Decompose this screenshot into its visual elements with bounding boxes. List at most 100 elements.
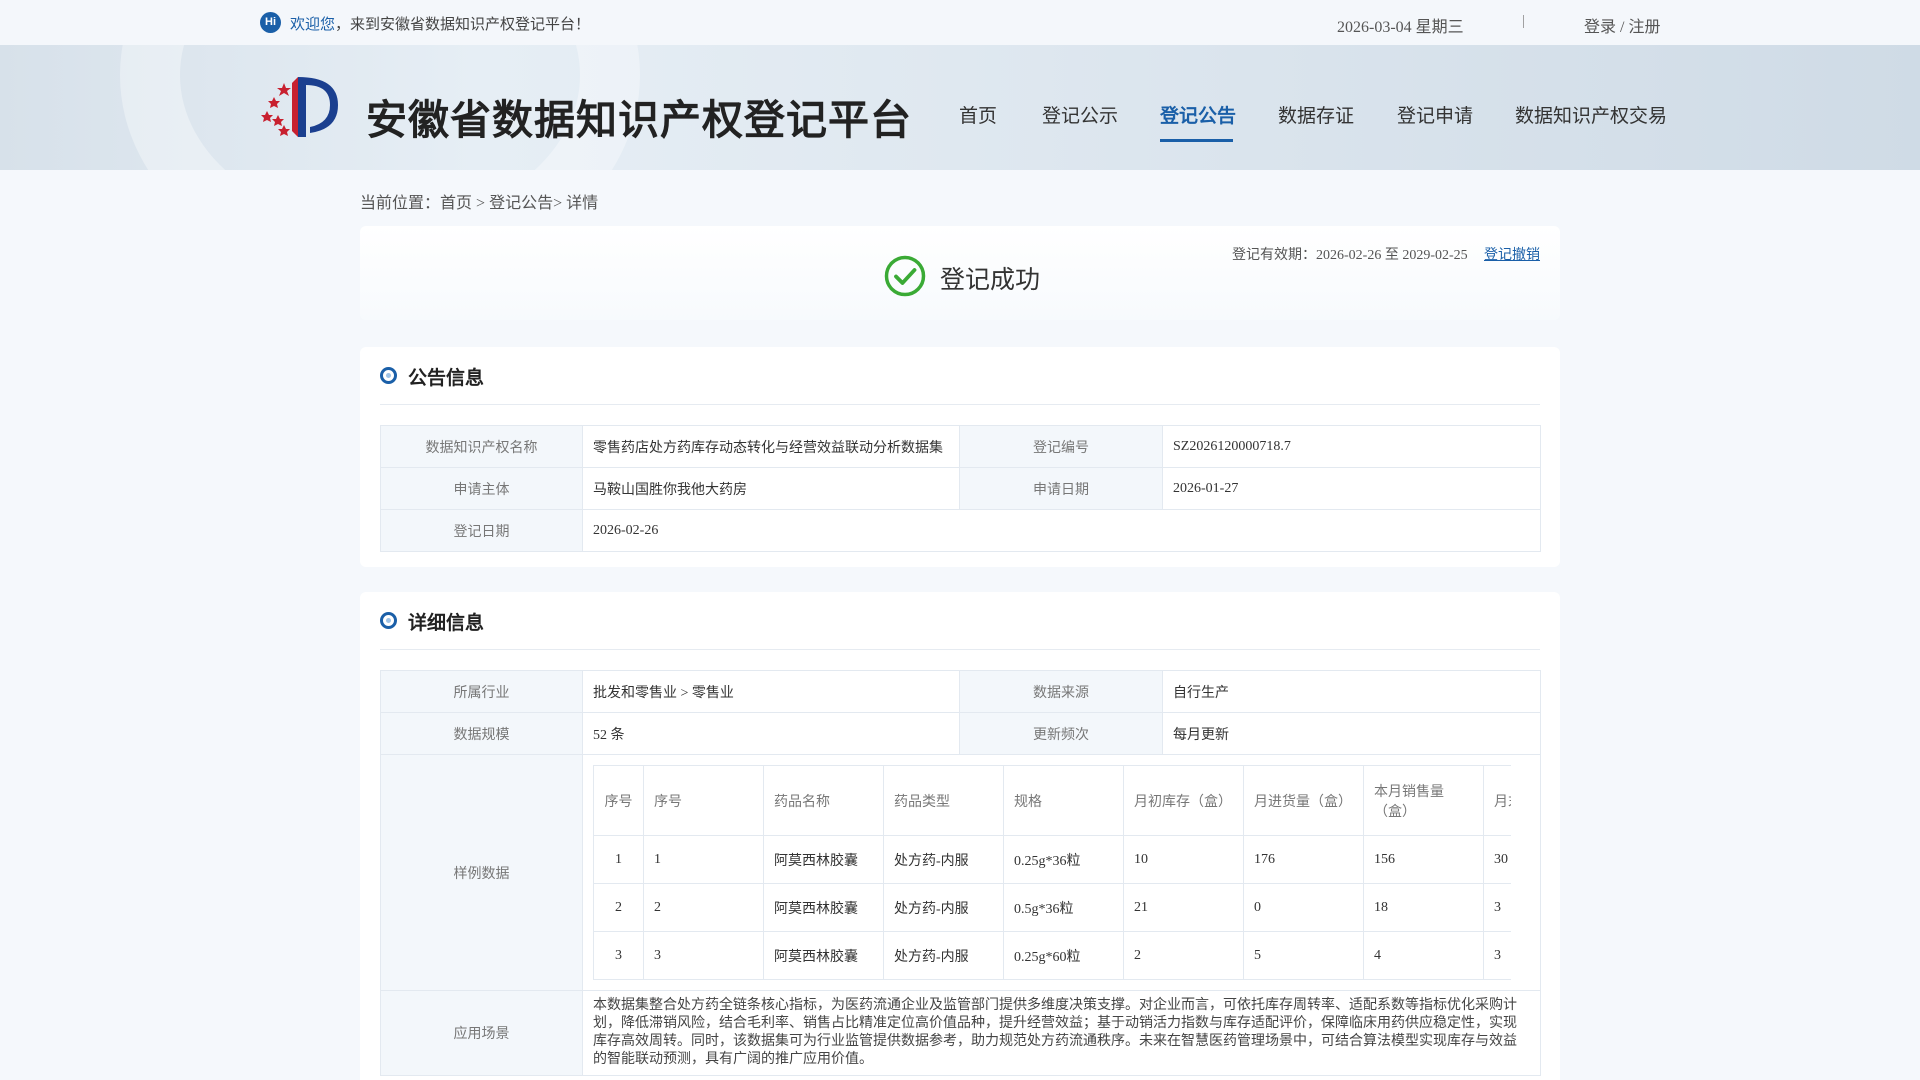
sample-header: 月初库存（盒） (1123, 765, 1244, 836)
site-header: 安徽省数据知识产权登记平台 首页 登记公示 登记公告 数据存证 登记申请 数据知… (0, 45, 1920, 170)
sample-cell: 156 (1363, 835, 1484, 884)
frequency-label: 更新频次 (959, 712, 1163, 755)
sample-cell: 0.25g*60粒 (1003, 931, 1124, 980)
sample-cell: 0.25g*36粒 (1003, 835, 1124, 884)
sample-cell: 1 (643, 835, 764, 884)
sample-cell: 2 (1123, 931, 1244, 980)
welcome-rest: ，来到安徽省数据知识产权登记平台！ (335, 17, 591, 33)
sample-header: 月末 (1483, 765, 1511, 836)
sample-table: 序号 序号 药品名称 药品类型 规格 月初库存（盒） 月进货量（盒） 本月销售量… (593, 765, 1511, 980)
sample-cell: 21 (1123, 883, 1244, 932)
section-title: 详细信息 (408, 612, 485, 634)
breadcrumb-sep: > (472, 195, 490, 212)
nav-evidence[interactable]: 数据存证 (1278, 101, 1354, 128)
sample-cell: 10 (1123, 835, 1244, 884)
sample-row: 3 3 阿莫西林胶囊 处方药-内服 0.25g*60粒 2 5 4 3 (593, 931, 1511, 980)
sample-row: 2 2 阿莫西林胶囊 处方药-内服 0.5g*36粒 21 0 18 3 (593, 883, 1511, 932)
welcome-text: 欢迎您，来到安徽省数据知识产权登记平台！ (290, 13, 590, 34)
sample-header: 序号 (643, 765, 764, 836)
apply-date-value: 2026-01-27 (1162, 467, 1541, 510)
industry-label: 所属行业 (380, 670, 583, 713)
sample-cell: 176 (1243, 835, 1364, 884)
section-bullet-icon (380, 367, 397, 384)
breadcrumb-prefix: 当前位置： (360, 195, 441, 212)
table-row: 登记日期 2026-02-26 (380, 509, 1541, 552)
reg-date-value: 2026-02-26 (582, 509, 1541, 552)
sample-cell: 2 (593, 883, 644, 932)
table-row: 申请主体 马鞍山国胜你我他大药房 申请日期 2026-01-27 (380, 467, 1541, 510)
sample-header-row: 序号 序号 药品名称 药品类型 规格 月初库存（盒） 月进货量（盒） 本月销售量… (593, 765, 1511, 836)
sample-cell: 阿莫西林胶囊 (763, 883, 884, 932)
scale-label: 数据规模 (380, 712, 583, 755)
nav-announcement[interactable]: 登记公告 (1160, 101, 1236, 128)
sample-cell: 0 (1243, 883, 1364, 932)
sample-header: 药品类型 (883, 765, 1004, 836)
login-register-link[interactable]: 登录 / 注册 (1584, 13, 1660, 37)
sample-cell: 处方药-内服 (883, 883, 1004, 932)
applicant-value: 马鞍山国胜你我他大药房 (582, 467, 960, 510)
details-table: 所属行业 批发和零售业 > 零售业 数据来源 自行生产 数据规模 52 条 更新… (380, 670, 1541, 1076)
applicant-label: 申请主体 (380, 467, 583, 510)
sample-cell: 2 (643, 883, 764, 932)
reg-code-label: 登记编号 (959, 425, 1163, 468)
breadcrumb-home[interactable]: 首页 (440, 195, 472, 212)
sample-cell: 阿莫西林胶囊 (763, 835, 884, 884)
sample-cell: 处方药-内服 (883, 931, 1004, 980)
section-bullet-icon (380, 612, 397, 629)
breadcrumb-current: 详情 (566, 195, 599, 212)
topbar-separator: | (1522, 13, 1526, 29)
sample-cell: 处方药-内服 (883, 835, 1004, 884)
nav-active-indicator (1160, 139, 1233, 142)
sample-header: 规格 (1003, 765, 1124, 836)
source-value: 自行生产 (1162, 670, 1541, 713)
scenario-cell: 本数据集整合处方药全链条核心指标，为医药流通企业及监管部门提供多维度决策支撑。对… (582, 990, 1541, 1076)
reg-date-label: 登记日期 (380, 509, 583, 552)
section-header: 详细信息 (380, 608, 1540, 650)
nav-apply[interactable]: 登记申请 (1397, 101, 1473, 128)
ip-name-label: 数据知识产权名称 (380, 425, 583, 468)
table-row: 数据知识产权名称 零售药店处方药库存动态转化与经营效益联动分析数据集 登记编号 … (380, 425, 1541, 468)
nav-trade[interactable]: 数据知识产权交易 (1515, 101, 1667, 128)
scenario-text: 本数据集整合处方药全链条核心指标，为医药流通企业及监管部门提供多维度决策支撑。对… (593, 998, 1517, 1067)
sample-cell: 序号 序号 药品名称 药品类型 规格 月初库存（盒） 月进货量（盒） 本月销售量… (582, 754, 1541, 991)
validity-period: 登记有效期：2026-02-26 至 2029-02-25 (1232, 248, 1468, 263)
announcement-card: 公告信息 数据知识产权名称 零售药店处方药库存动态转化与经营效益联动分析数据集 … (360, 347, 1560, 567)
sample-cell: 1 (593, 835, 644, 884)
sample-cell: 18 (1363, 883, 1484, 932)
industry-value: 批发和零售业 > 零售业 (582, 670, 960, 713)
frequency-value: 每月更新 (1162, 712, 1541, 755)
sample-cell: 3 (1483, 931, 1511, 980)
sample-header: 月进货量（盒） (1243, 765, 1364, 836)
sample-table-scroll[interactable]: 序号 序号 药品名称 药品类型 规格 月初库存（盒） 月进货量（盒） 本月销售量… (593, 765, 1511, 980)
check-circle-icon (884, 255, 926, 297)
sample-cell: 30 (1483, 835, 1511, 884)
welcome-accent: 欢迎您 (290, 17, 336, 33)
sample-cell: 阿莫西林胶囊 (763, 931, 884, 980)
status-card: 登记成功 登记有效期：2026-02-26 至 2029-02-25 登记撤销 (360, 226, 1560, 320)
site-title[interactable]: 安徽省数据知识产权登记平台 (366, 86, 912, 146)
status-title: 登记成功 (940, 265, 1041, 294)
revoke-link[interactable]: 登记撤销 (1484, 244, 1540, 264)
scenario-label: 应用场景 (380, 990, 583, 1076)
announcement-table: 数据知识产权名称 零售药店处方药库存动态转化与经营效益联动分析数据集 登记编号 … (380, 425, 1541, 552)
sample-cell: 4 (1363, 931, 1484, 980)
hi-icon: Hi (260, 12, 281, 33)
source-label: 数据来源 (959, 670, 1163, 713)
sample-cell: 5 (1243, 931, 1364, 980)
sample-row: 1 1 阿莫西林胶囊 处方药-内服 0.25g*36粒 10 176 156 3… (593, 835, 1511, 884)
details-card: 详细信息 所属行业 批发和零售业 > 零售业 数据来源 自行生产 数据规模 52… (360, 592, 1560, 1080)
sample-cell: 3 (1483, 883, 1511, 932)
breadcrumb-section[interactable]: 登记公告 (489, 195, 553, 212)
nav-publicity[interactable]: 登记公示 (1042, 101, 1118, 128)
table-row: 数据规模 52 条 更新频次 每月更新 (380, 712, 1541, 755)
nav-home[interactable]: 首页 (959, 101, 997, 128)
logo-icon[interactable] (258, 71, 344, 141)
table-row: 样例数据 序号 序号 药品名称 药品类型 规格 月初库存（盒） 月进货量（盒） … (380, 754, 1541, 991)
reg-code-value: SZ2026120000718.7 (1162, 425, 1541, 468)
ip-name-value: 零售药店处方药库存动态转化与经营效益联动分析数据集 (582, 425, 960, 468)
section-header: 公告信息 (380, 363, 1540, 405)
scale-value: 52 条 (582, 712, 960, 755)
sample-cell: 0.5g*36粒 (1003, 883, 1124, 932)
table-row: 所属行业 批发和零售业 > 零售业 数据来源 自行生产 (380, 670, 1541, 713)
apply-date-label: 申请日期 (959, 467, 1163, 510)
